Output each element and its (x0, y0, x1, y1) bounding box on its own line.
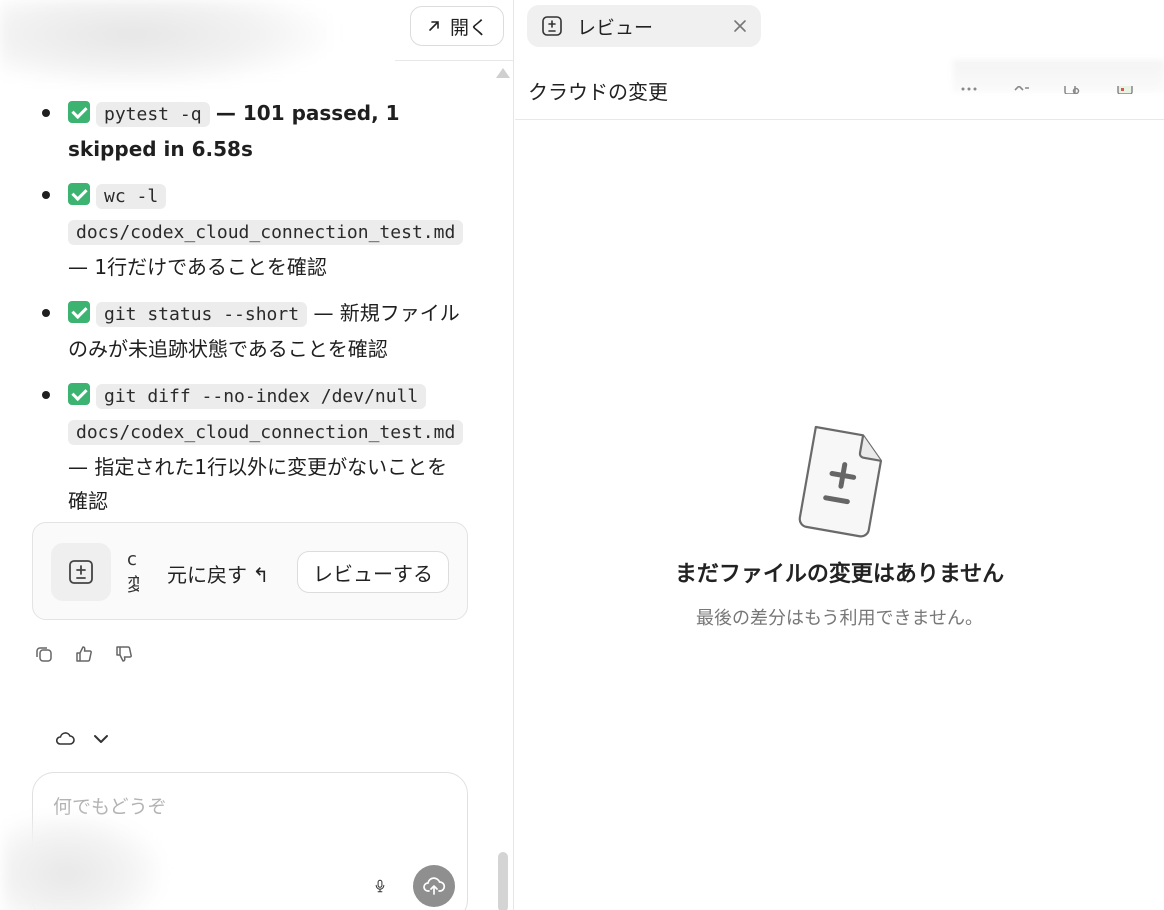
list-item: git diff --no-index /dev/null docs/codex… (40, 378, 464, 518)
empty-state: まだファイルの変更はありません 最後の差分はもう利用できません。 (515, 420, 1164, 630)
arrow-up-right-icon (429, 21, 439, 31)
diff-review-card: c 変 元に戻す ↰ レビューする (32, 522, 468, 620)
thumbs-down-icon[interactable] (114, 644, 134, 664)
search-icon[interactable] (1063, 86, 1083, 94)
page-title: クラウドの変更 (528, 80, 668, 104)
bullet (42, 309, 50, 317)
check-result: — 1行だけであることを確認 (68, 255, 327, 279)
check-mark-icon (68, 101, 90, 123)
scrollbar-thumb[interactable] (498, 852, 508, 910)
tab-review[interactable]: レビュー (527, 5, 761, 47)
blurred-area (3, 813, 163, 910)
bullet (42, 391, 50, 399)
app-icon[interactable] (1115, 86, 1135, 94)
card-clipped-text: c 変 (127, 549, 139, 596)
empty-state-subtitle: 最後の差分はもう利用できません。 (696, 608, 983, 629)
command-code: docs/codex_cloud_connection_test.md (68, 220, 464, 245)
bullet (42, 191, 50, 199)
copy-icon[interactable] (34, 644, 54, 664)
diff-icon (51, 543, 111, 601)
check-list: pytest -q — 101 passed, 1 skipped in 6.5… (40, 96, 464, 530)
tab-label: レビュー (577, 16, 654, 39)
microphone-button[interactable] (367, 873, 393, 899)
send-button[interactable] (413, 865, 455, 907)
check-result: — 指定された1行以外に変更がないことを確認 (68, 455, 448, 513)
divider (395, 60, 513, 61)
environment-picker[interactable] (54, 728, 112, 750)
empty-state-title: まだファイルの変更はありません (674, 562, 1005, 587)
diff-icon (542, 16, 562, 36)
command-code: pytest -q (96, 102, 210, 127)
list-item: wc -l docs/codex_cloud_connection_test.m… (40, 178, 464, 284)
review-button[interactable]: レビューする (297, 551, 449, 593)
cloud-icon (55, 732, 75, 745)
review-button-label: レビューする (313, 563, 433, 586)
composer (3, 772, 468, 910)
conversation-pane: 開く pytest -q — 101 passed, 1 skipped in … (0, 0, 514, 910)
revert-button-label: 元に戻す ↰ (167, 564, 270, 587)
review-header: クラウドの変更 (515, 60, 1164, 120)
review-toolbar (959, 86, 1135, 94)
scroll-up-arrow-icon[interactable] (496, 68, 510, 78)
collapse-icon[interactable] (1011, 86, 1031, 94)
command-code: wc -l (96, 184, 167, 209)
close-icon[interactable] (731, 17, 749, 35)
command-code: git status --short (96, 302, 308, 327)
check-mark-icon (68, 383, 90, 405)
message-actions (34, 644, 134, 664)
check-mark-icon (68, 301, 90, 323)
chevron-down-icon (94, 735, 108, 743)
command-code: git diff --no-index /dev/null (96, 384, 427, 409)
bullet (42, 109, 50, 117)
command-code: docs/codex_cloud_connection_test.md (68, 420, 464, 445)
microphone-icon (375, 879, 385, 893)
review-pane: レビュー クラウドの変更 まだファイルの変更はありません 最後の差分はもう利用で… (515, 0, 1164, 910)
revert-button[interactable]: 元に戻す ↰ (161, 553, 275, 593)
open-button[interactable]: 開く (410, 6, 504, 46)
more-icon[interactable] (959, 86, 979, 94)
blurred-header (0, 0, 330, 86)
open-button-label: 開く (449, 17, 488, 39)
thumbs-up-icon[interactable] (74, 644, 94, 664)
file-diff-icon (798, 425, 882, 538)
list-item: pytest -q — 101 passed, 1 skipped in 6.5… (40, 96, 460, 166)
list-item: git status --short — 新規ファイルのみが未追跡状態であること… (40, 296, 460, 366)
cloud-upload-icon (423, 877, 446, 895)
check-mark-icon (68, 183, 90, 205)
